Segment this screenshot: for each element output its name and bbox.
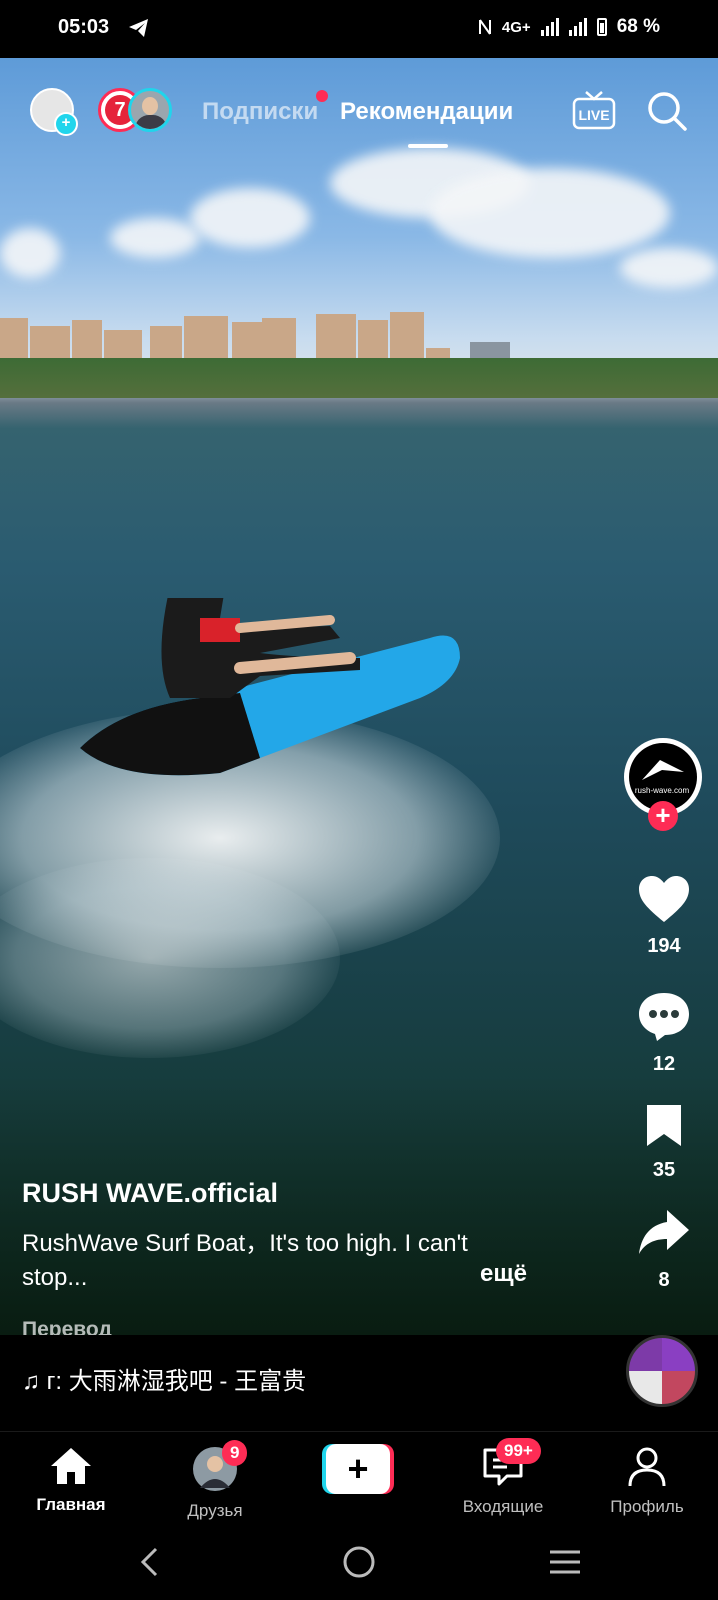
back-icon[interactable]: [138, 1547, 162, 1577]
friends-badge: 9: [222, 1440, 248, 1466]
comment-icon: [639, 993, 689, 1041]
heart-icon: [639, 876, 689, 922]
cloud: [190, 188, 310, 248]
active-tab-indicator: [408, 144, 448, 148]
nav-home[interactable]: Главная: [16, 1446, 126, 1515]
bottom-nav: Главная Друзья 9 + Входящие 99+ Профиль: [0, 1431, 718, 1522]
caption-more-link[interactable]: ещё: [480, 1260, 527, 1288]
save-count: 35: [652, 1159, 676, 1181]
nav-friends[interactable]: Друзья 9: [160, 1440, 270, 1521]
bookmark-icon: [647, 1105, 681, 1146]
create-plus-icon: +: [326, 1444, 390, 1494]
inbox-badge: 99+: [496, 1438, 541, 1464]
home-icon: [51, 1448, 91, 1484]
like-count: 194: [647, 935, 681, 957]
cloud: [430, 168, 670, 258]
story-avatar-user[interactable]: [128, 88, 172, 132]
nav-friends-label: Друзья: [187, 1501, 243, 1520]
cloud: [620, 248, 718, 288]
create-button[interactable]: +: [322, 1444, 394, 1494]
status-time: 05:03: [58, 16, 110, 38]
status-indicators: 4G+ 68 %: [478, 16, 660, 38]
rush-wave-logo-icon: [642, 760, 684, 780]
add-story-icon[interactable]: +: [54, 112, 78, 136]
nav-profile-label: Профиль: [610, 1497, 684, 1516]
video-caption: RUSH WAVE.official RushWave Surf Boat，It…: [22, 1178, 542, 1295]
save-button[interactable]: 35: [624, 1102, 704, 1182]
live-label: LIVE: [578, 107, 609, 123]
nav-inbox[interactable]: Входящие 99+: [448, 1438, 558, 1517]
comment-button[interactable]: 12: [624, 990, 704, 1076]
tab-recommended[interactable]: Рекомендации: [340, 98, 513, 126]
telegram-icon: [129, 19, 148, 37]
my-story-avatar[interactable]: +: [30, 88, 78, 136]
nav-profile[interactable]: Профиль: [592, 1446, 702, 1517]
nav-home-label: Главная: [36, 1495, 106, 1514]
search-icon[interactable]: [646, 90, 688, 132]
music-title[interactable]: ♫ г: 大雨淋湿我吧 - 王富贵: [22, 1361, 306, 1396]
battery-icon: [596, 18, 607, 36]
home-system-icon[interactable]: [342, 1545, 376, 1579]
share-icon: [639, 1210, 689, 1254]
top-nav: + 7 Подписки Рекомендации LIVE: [0, 80, 718, 148]
video-player[interactable]: [0, 58, 718, 1335]
share-count: 8: [658, 1269, 670, 1291]
music-bar[interactable]: ♫ г: 大雨淋湿我吧 - 王富贵: [0, 1335, 718, 1431]
comment-count: 12: [652, 1053, 676, 1075]
recent-apps-icon[interactable]: [548, 1549, 582, 1575]
new-content-dot: [316, 90, 328, 102]
system-navigation: [0, 1521, 718, 1600]
live-icon[interactable]: LIVE: [572, 90, 616, 130]
nfc-icon: [478, 19, 491, 35]
signal-icon: [540, 18, 559, 36]
creator-logo-text: rush-wave.com: [634, 786, 690, 795]
nav-inbox-label: Входящие: [462, 1497, 544, 1516]
like-button[interactable]: 194: [624, 874, 704, 958]
signal-icon-2: [568, 18, 587, 36]
music-disc-icon[interactable]: [626, 1335, 698, 1407]
network-type: 4G+: [501, 18, 531, 36]
cloud: [0, 228, 60, 278]
shoreline: [0, 358, 718, 398]
profile-icon: [628, 1447, 666, 1487]
surf-boat-rider: [80, 598, 460, 776]
tab-following[interactable]: Подписки: [202, 98, 318, 126]
caption-text[interactable]: RushWave Surf Boat，It's too high. I can'…: [22, 1227, 482, 1295]
battery-level: 68 %: [616, 16, 660, 37]
creator-username[interactable]: RUSH WAVE.official: [22, 1178, 542, 1209]
follow-button[interactable]: +: [648, 801, 678, 831]
status-bar: 05:03 4G+ 68 %: [0, 0, 718, 58]
cloud: [110, 218, 200, 258]
share-button[interactable]: 8: [624, 1208, 704, 1292]
